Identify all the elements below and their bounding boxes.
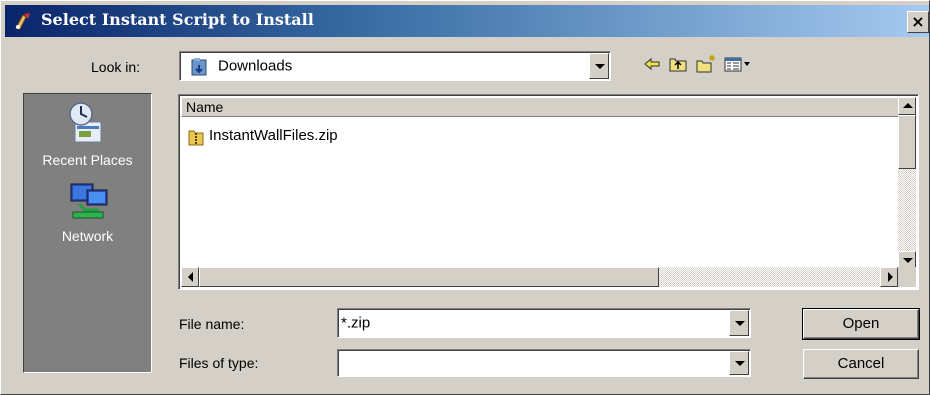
- close-button[interactable]: ×: [907, 11, 929, 33]
- file-dialog: Select Instant Script to Install × Look …: [0, 0, 930, 395]
- vertical-scrollbar[interactable]: [898, 97, 916, 269]
- place-recent-places[interactable]: Recent Places: [24, 100, 151, 168]
- recent-places-icon: [68, 102, 101, 143]
- files-of-type-dropdown[interactable]: [337, 349, 751, 377]
- scroll-left-button[interactable]: [181, 267, 199, 287]
- file-name-dropdown-arrow[interactable]: [729, 310, 749, 336]
- column-header-name[interactable]: Name: [181, 97, 907, 117]
- files-of-type-dropdown-arrow[interactable]: [729, 351, 749, 375]
- horizontal-scroll-thumb[interactable]: [199, 267, 659, 287]
- close-icon: ×: [911, 12, 925, 31]
- place-network[interactable]: Network: [24, 180, 151, 244]
- file-name-text: InstantWallFiles.zip: [209, 127, 338, 144]
- look-in-value: Downloads: [218, 57, 293, 75]
- window-title: Select Instant Script to Install: [41, 10, 314, 29]
- look-in-dropdown[interactable]: Downloads: [179, 51, 611, 81]
- view-menu-icon[interactable]: [723, 53, 753, 75]
- scroll-up-button[interactable]: [898, 97, 916, 115]
- new-folder-icon[interactable]: [695, 53, 717, 75]
- back-icon[interactable]: [641, 53, 663, 75]
- place-label: Recent Places: [42, 152, 133, 168]
- scroll-right-button[interactable]: [880, 267, 898, 287]
- files-of-type-label: Files of type:: [179, 355, 259, 371]
- title-bar[interactable]: Select Instant Script to Install ×: [5, 5, 929, 37]
- places-bar: Recent Places Network: [23, 93, 152, 373]
- horizontal-scrollbar[interactable]: [181, 267, 898, 287]
- cancel-button[interactable]: Cancel: [803, 349, 919, 379]
- look-in-label: Look in:: [91, 59, 141, 75]
- look-in-dropdown-arrow[interactable]: [589, 53, 609, 79]
- app-icon: [15, 13, 30, 30]
- network-icon: [70, 183, 107, 219]
- file-name-input[interactable]: *.zip: [341, 315, 370, 332]
- file-name-field[interactable]: *.zip: [337, 308, 751, 338]
- scrollbar-corner: [898, 267, 916, 287]
- open-button[interactable]: Open: [802, 308, 920, 340]
- place-label: Network: [61, 228, 114, 244]
- vertical-scroll-thumb[interactable]: [898, 115, 916, 169]
- file-name-label: File name:: [179, 316, 245, 332]
- column-header-label: Name: [186, 99, 224, 115]
- up-folder-icon[interactable]: [667, 53, 689, 75]
- downloads-folder-icon: [191, 58, 207, 76]
- file-list[interactable]: Name InstantWallFiles.zip: [178, 94, 919, 290]
- zip-folder-icon: [188, 130, 204, 146]
